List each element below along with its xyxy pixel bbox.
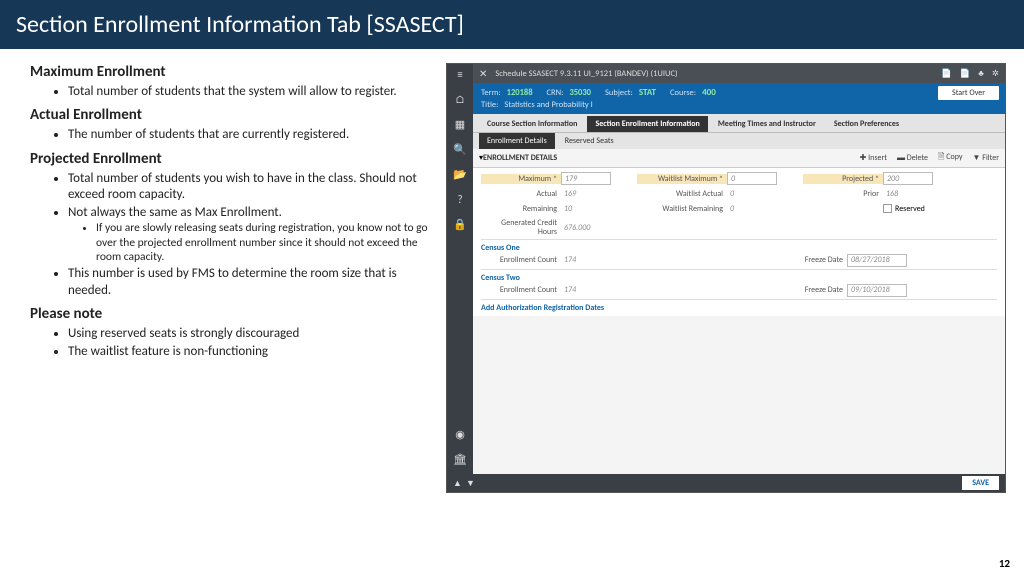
sub-bullet: If you are slowly releasing seats during… [96, 221, 430, 264]
menu-icon[interactable]: ≡ [457, 68, 462, 81]
subtab-enrollment-details[interactable]: Enrollment Details [479, 133, 555, 149]
label-c1-freeze: Freeze Date [767, 255, 847, 265]
label-generated-credit-hours: Generated Credit Hours [481, 219, 561, 237]
page-number: 12 [999, 557, 1010, 570]
value-prior: 168 [883, 187, 933, 200]
label-prior: Prior [803, 189, 883, 199]
value-c1-count: 174 [561, 254, 611, 267]
section-title: ENROLLMENT DETAILS [483, 153, 557, 163]
delete-button[interactable]: ▬ Delete [897, 153, 928, 163]
label-projected: Projected * [803, 174, 883, 184]
value-generated-credit-hours: 676.000 [561, 221, 611, 234]
lock-icon[interactable]: 🔒 [453, 218, 467, 231]
first-icon[interactable]: ▲ [453, 478, 462, 489]
context-bar: Term:120188 CRN:35030 Subject:STAT Cours… [473, 83, 1005, 114]
value-waitlist-remaining: 0 [727, 202, 777, 215]
label-waitlist-max: Waitlist Maximum * [637, 174, 727, 184]
bullet: Using reserved seats is strongly discour… [68, 326, 430, 342]
label-remaining: Remaining [481, 204, 561, 214]
app-screenshot: ≡ ⌂ ▦ 🔍 📂 ? 🔒 ◉ 🏛 ✕ Schedule SSASECT 9.3… [446, 63, 1006, 493]
label-c1-count: Enrollment Count [481, 255, 561, 265]
value-waitlist-actual: 0 [727, 187, 777, 200]
form-body: Maximum *179 Waitlist Maximum *0 Project… [473, 168, 1005, 316]
input-projected[interactable]: 200 [883, 172, 933, 185]
heading-maximum: Maximum Enrollment [30, 63, 430, 81]
label-actual: Actual [481, 189, 561, 199]
tab-row-primary: Course Section Information Section Enrol… [473, 114, 1005, 133]
start-over-button[interactable]: Start Over [938, 86, 999, 100]
value-c2-count: 174 [561, 284, 611, 297]
prev-icon[interactable]: ▼ [466, 478, 475, 489]
page-icon[interactable]: 📄 [960, 69, 971, 79]
search-icon[interactable]: 🔍 [453, 143, 467, 156]
tab-section-preferences[interactable]: Section Preferences [826, 116, 907, 132]
heading-note: Please note [30, 305, 430, 323]
tab-row-secondary: Enrollment Details Reserved Seats [473, 133, 1005, 149]
census-one-header: Census One [481, 239, 997, 254]
user-icon[interactable]: ◉ [455, 428, 465, 441]
input-c1-freeze[interactable]: 08/27/2018 [847, 254, 907, 267]
building-icon[interactable]: 🏛 [453, 453, 467, 466]
subtab-reserved-seats[interactable]: Reserved Seats [557, 133, 622, 149]
heading-actual: Actual Enrollment [30, 106, 430, 124]
close-icon[interactable]: ✕ [479, 67, 487, 80]
census-two-header: Census Two [481, 269, 997, 284]
bullet: The number of students that are currentl… [68, 127, 430, 143]
input-maximum[interactable]: 179 [561, 172, 611, 185]
checkbox-reserved[interactable] [883, 204, 892, 213]
filter-button[interactable]: ▼ Filter [973, 153, 999, 163]
add-icon[interactable]: 📄 [941, 69, 952, 79]
tab-section-enrollment[interactable]: Section Enrollment Information [587, 116, 707, 132]
app-footer: ▲ ▼ SAVE [447, 474, 1005, 492]
section-toolbar: ▾ ENROLLMENT DETAILS ✚ Insert ▬ Delete 🗎… [473, 149, 1005, 168]
gear-icon[interactable]: ✲ [992, 69, 999, 79]
app-sidebar: ≡ ⌂ ▦ 🔍 📂 ? 🔒 ◉ 🏛 [447, 64, 473, 474]
bullet: Total number of students that the system… [68, 84, 430, 100]
slide-title: Section Enrollment Information Tab [SSAS… [0, 0, 1024, 49]
copy-button[interactable]: 🗎 Copy [938, 151, 963, 165]
window-title: Schedule SSASECT 9.3.11 UI_9121 (BANDEV)… [495, 69, 677, 79]
input-waitlist-max[interactable]: 0 [727, 172, 777, 185]
value-actual: 169 [561, 187, 611, 200]
bullet: This number is used by FMS to determine … [68, 266, 430, 299]
grid-icon[interactable]: ▦ [455, 118, 465, 131]
app-titlebar: ✕ Schedule SSASECT 9.3.11 UI_9121 (BANDE… [473, 64, 1005, 83]
label-waitlist-actual: Waitlist Actual [637, 189, 727, 199]
bullet: Not always the same as Max Enrollment. I… [68, 205, 430, 264]
tab-meeting-times[interactable]: Meeting Times and Instructor [710, 116, 824, 132]
bullet: The waitlist feature is non-functioning [68, 344, 430, 360]
heading-projected: Projected Enrollment [30, 150, 430, 168]
home-icon[interactable]: ⌂ [455, 93, 465, 106]
value-remaining: 10 [561, 202, 611, 215]
input-c2-freeze[interactable]: 09/10/2018 [847, 284, 907, 297]
label-c2-freeze: Freeze Date [767, 285, 847, 295]
label-maximum: Maximum * [481, 174, 561, 184]
auth-dates-header: Add Authorization Registration Dates [481, 299, 997, 314]
insert-button[interactable]: ✚ Insert [860, 153, 887, 163]
sitemap-icon[interactable]: ♣ [978, 68, 984, 79]
help-icon[interactable]: ? [457, 193, 462, 206]
bullet: Total number of students you wish to hav… [68, 171, 430, 204]
explanatory-text: Maximum Enrollment Total number of stude… [30, 63, 430, 493]
label-waitlist-remaining: Waitlist Remaining [637, 204, 727, 214]
folder-icon[interactable]: 📂 [453, 168, 467, 181]
label-c2-count: Enrollment Count [481, 285, 561, 295]
save-button[interactable]: SAVE [962, 476, 999, 490]
tab-course-section[interactable]: Course Section Information [479, 116, 585, 132]
